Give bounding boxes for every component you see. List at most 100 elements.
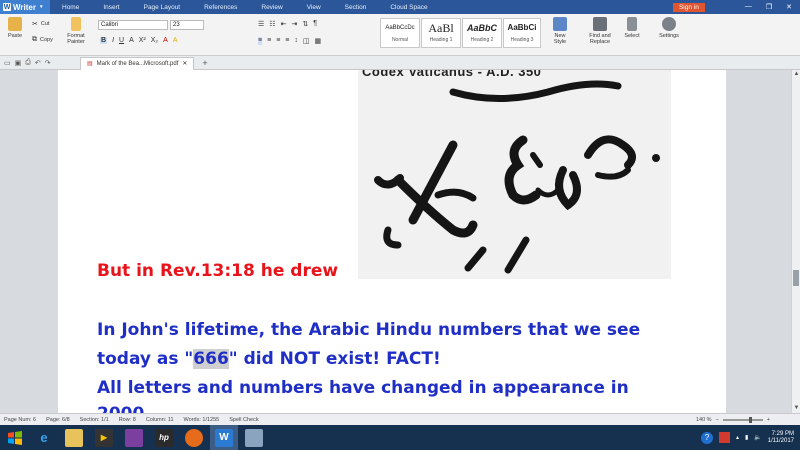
justify-icon[interactable]: ≡ [285,37,289,45]
minimize-icon[interactable]: — [745,3,752,11]
save-icon[interactable]: ▣ [15,59,22,67]
redo-icon[interactable]: ↷ [45,59,51,67]
screen: W Writer ▾ Home Insert Page Layout Refer… [0,0,800,450]
chevron-down-icon: ▾ [39,4,43,10]
zoom-out-icon[interactable]: − [716,417,719,423]
menu-insert[interactable]: Insert [91,4,131,11]
sign-in-button[interactable]: Sign in [672,2,705,12]
taskbar-app4[interactable] [120,425,148,450]
close-icon[interactable]: ✕ [786,3,792,11]
underline-button[interactable]: U [119,37,124,44]
app-menu-button[interactable]: W Writer ▾ [0,0,50,14]
style-heading-3[interactable]: AaBbCi Heading 3 [503,18,541,48]
zoom-slider[interactable] [722,416,763,423]
style-normal-sample: AaBbCcDc [385,25,415,31]
subscript-button[interactable]: X₂ [151,37,158,44]
status-section: Section: 1/1 [79,416,109,423]
paste-button[interactable]: Paste [4,17,26,39]
strikethrough-button[interactable]: A [129,37,134,44]
line-spacing-icon[interactable]: ↕ [294,37,298,45]
indent-icon[interactable]: ⇥ [291,20,297,28]
zoom-value[interactable]: 140 % [696,417,712,423]
scrollbar-thumb[interactable] [793,270,799,286]
help-icon[interactable]: ? [700,431,713,444]
undo-icon[interactable]: ↶ [35,59,41,67]
borders-icon[interactable]: ▦ [315,37,322,45]
zoom-in-icon[interactable]: + [767,417,770,423]
select-label: Select [624,33,640,39]
align-right-icon[interactable]: ≡ [276,37,280,45]
taskbar-writer[interactable]: W [210,425,238,450]
menu-view[interactable]: View [295,4,333,11]
zoom-knob[interactable] [748,416,752,423]
style-heading-2-sample: AaBbC [466,23,497,33]
menu-review[interactable]: Review [249,4,294,11]
control-panel-icon [245,428,263,447]
font-color-button[interactable]: A [163,37,168,44]
scroll-down-icon[interactable]: ▼ [792,404,800,413]
bullets-icon[interactable]: ☰ [258,20,264,28]
codex-scan-image: Codex Vaticanus - A.D. 350 [358,70,671,279]
new-tab-button[interactable]: + [202,58,207,68]
select-button[interactable]: Select [620,17,644,39]
numbering-icon[interactable]: ☷ [269,20,275,28]
tray-app-icon[interactable] [718,432,730,443]
style-normal[interactable]: AaBbCcDc Normal [380,18,420,48]
print-icon[interactable]: ⎙ [25,59,31,67]
start-button[interactable] [0,425,30,450]
style-heading-2[interactable]: AaBbC Heading 2 [462,18,502,48]
line2-suffix: " did NOT exist! FACT! [228,349,441,369]
settings-button[interactable]: Settings [654,17,684,39]
menu-page-layout[interactable]: Page Layout [132,4,193,11]
find-replace-button[interactable]: Find and Replace [584,17,616,45]
clipboard-icon [8,17,22,31]
taskbar-firefox[interactable] [180,425,208,450]
cut-button[interactable]: ✂ Cut [32,20,49,28]
align-center-icon[interactable]: ≡ [267,37,271,45]
show-marks-icon[interactable]: ¶ [313,20,317,28]
vertical-scrollbar[interactable]: ▲ ▼ [791,70,800,413]
scroll-up-icon[interactable]: ▲ [792,70,800,79]
format-painter-button[interactable]: Format Painter [63,17,89,45]
windows-logo-icon [8,430,22,445]
format-row-para: ≡ ≡ ≡ ≡ ↕ ◫ ▦ [258,37,321,45]
network-icon[interactable]: ▮ [745,434,748,441]
document-tab-label: Mark of the Bea...Microsoft.pdf [96,60,179,67]
taskbar-explorer[interactable] [60,425,88,450]
document-page[interactable]: Codex Vaticanus - A.D. 350 But in Rev.13… [58,70,726,413]
highlight-button[interactable]: A [173,37,178,44]
align-left-icon[interactable]: ≡ [258,37,263,45]
app-name: Writer [13,2,36,12]
blue-text-line-1: In John's lifetime, the Arabic Hindu num… [97,320,641,340]
restore-icon[interactable]: ❐ [766,3,772,11]
status-page-num: Page Num: 6 [4,416,37,423]
open-folder-icon[interactable]: ▭ [4,59,11,67]
status-spell-check[interactable]: Spell Check [229,417,258,423]
menu-cloud-space[interactable]: Cloud Space [378,4,439,11]
menu-home[interactable]: Home [50,4,91,11]
sort-icon[interactable]: ⇅ [302,20,308,28]
font-name-field[interactable]: Calibri [98,20,168,30]
clock[interactable]: 7:29 PM 1/11/2017 [768,431,794,445]
style-heading-1[interactable]: AaBl Heading 1 [421,18,461,48]
taskbar-ie[interactable]: e [30,425,58,450]
gear-icon [662,17,676,31]
taskbar-app8[interactable] [240,425,268,450]
taskbar-hp[interactable]: hp [150,425,178,450]
tab-close-icon[interactable]: ✕ [182,60,187,67]
font-size-field[interactable]: 23 [170,20,204,30]
outdent-icon[interactable]: ⇤ [281,20,287,28]
style-heading-3-label: Heading 3 [510,37,534,43]
bold-button[interactable]: B [100,37,108,44]
menu-references[interactable]: References [192,4,249,11]
taskbar-media[interactable]: ▶ [90,425,118,450]
document-tab[interactable]: ▤ Mark of the Bea...Microsoft.pdf ✕ [80,56,195,70]
copy-button[interactable]: ⧉ Copy [32,36,53,44]
volume-icon[interactable]: 🔈 [754,434,761,441]
menu-section[interactable]: Section [333,4,379,11]
shading-icon[interactable]: ◫ [303,37,310,45]
italic-button[interactable]: I [112,37,114,44]
new-style-button[interactable]: New Style [548,17,572,45]
superscript-button[interactable]: X² [139,37,146,44]
tray-arrow-icon[interactable]: ▴ [736,434,739,441]
